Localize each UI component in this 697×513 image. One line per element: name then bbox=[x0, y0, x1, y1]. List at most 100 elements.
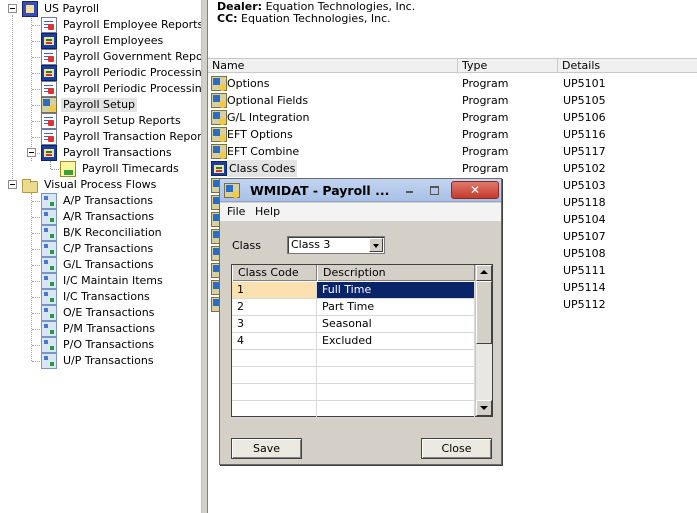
grid-cell-class-code[interactable]: 2 bbox=[232, 299, 317, 315]
tree-connector bbox=[31, 15, 32, 161]
grid-cell-description[interactable] bbox=[317, 350, 475, 366]
grid-cell-class-code[interactable] bbox=[232, 367, 317, 383]
tree-root-us-payroll[interactable]: US Payroll bbox=[22, 1, 101, 17]
tree-item-flow[interactable]: G/L Transactions bbox=[41, 257, 156, 273]
tree-item[interactable]: Payroll Government Reports bbox=[41, 49, 201, 65]
grid-cell-class-code[interactable]: 3 bbox=[232, 316, 317, 332]
tree-connector bbox=[32, 281, 40, 282]
grid-cell-description[interactable]: Part Time bbox=[317, 299, 475, 315]
list-item-name: Options bbox=[227, 77, 270, 90]
tree-connector bbox=[32, 41, 40, 42]
menu-file[interactable]: File bbox=[227, 205, 245, 218]
grid-cell-description[interactable]: Seasonal bbox=[317, 316, 475, 332]
tree-item[interactable]: Payroll Periodic Processing bbox=[41, 65, 201, 81]
grid-row[interactable]: 2 Part Time bbox=[232, 299, 475, 316]
scroll-down-icon[interactable] bbox=[476, 400, 492, 416]
column-header-details[interactable]: Details bbox=[558, 59, 697, 73]
tree-item-flow[interactable]: I/C Maintain Items bbox=[41, 273, 165, 289]
tree-item-flow[interactable]: P/O Transactions bbox=[41, 337, 156, 353]
tree-item[interactable]: Payroll Transaction Reports bbox=[41, 129, 201, 145]
grid-row[interactable]: 3 Seasonal bbox=[232, 316, 475, 333]
list-item-details: UP5114 bbox=[563, 281, 606, 294]
process-flow-icon bbox=[41, 305, 57, 321]
grid-row[interactable] bbox=[232, 384, 475, 401]
tree-item[interactable]: Payroll Timecards bbox=[60, 161, 181, 177]
grid-row[interactable]: 1 Full Time bbox=[232, 282, 475, 299]
tree-item[interactable]: Payroll Transactions bbox=[41, 145, 174, 161]
dialog-titlebar[interactable]: WMIDAT - Payroll ... ✕ bbox=[220, 179, 501, 202]
close-button[interactable]: Close bbox=[421, 438, 492, 459]
grid-cell-description[interactable]: Excluded bbox=[317, 333, 475, 349]
close-window-button[interactable]: ✕ bbox=[451, 181, 499, 199]
tree-item[interactable]: Payroll Employees bbox=[41, 33, 165, 49]
list-item[interactable]: Options Program UP5101 bbox=[208, 75, 697, 92]
scroll-up-icon[interactable] bbox=[476, 265, 492, 281]
pane-splitter[interactable] bbox=[201, 0, 208, 513]
tree-item-flow[interactable]: U/P Transactions bbox=[41, 353, 156, 369]
tree-folder-visual-process-flows[interactable]: Visual Process Flows bbox=[22, 177, 158, 193]
grid-cell-description[interactable] bbox=[317, 367, 475, 383]
grid-cell-class-code[interactable]: 1 bbox=[232, 282, 317, 298]
tree-item-flow[interactable]: A/P Transactions bbox=[41, 193, 155, 209]
maximize-button[interactable] bbox=[426, 182, 442, 198]
tree-item[interactable]: Payroll Setup bbox=[41, 97, 138, 113]
grid-row[interactable]: 4 Excluded bbox=[232, 333, 475, 350]
tree-item[interactable]: Payroll Employee Reports bbox=[41, 17, 201, 33]
tree-item[interactable]: Payroll Periodic Processing Re bbox=[41, 81, 201, 97]
tree-item-flow[interactable]: B/K Reconciliation bbox=[41, 225, 164, 241]
process-flow-icon bbox=[41, 289, 57, 305]
list-item[interactable]: Class Codes Program UP5102 bbox=[208, 160, 697, 177]
class-code-grid: Class Code Description 1 Full Time 2 Part T… bbox=[231, 264, 493, 418]
grid-cell-class-code[interactable]: 4 bbox=[232, 333, 317, 349]
grid-cell-class-code[interactable] bbox=[232, 401, 317, 417]
grid-header-class-code[interactable]: Class Code bbox=[232, 265, 317, 281]
process-flow-icon bbox=[41, 241, 57, 257]
tree-connector bbox=[32, 313, 40, 314]
grid-row[interactable] bbox=[232, 401, 475, 418]
grid-header-description[interactable]: Description bbox=[317, 265, 475, 281]
dialog-title: WMIDAT - Payroll ... bbox=[250, 183, 390, 198]
tree-item-flow[interactable]: A/R Transactions bbox=[41, 209, 156, 225]
grid-cell-class-code[interactable] bbox=[232, 350, 317, 366]
grid-cell-class-code[interactable] bbox=[232, 384, 317, 400]
grid-row[interactable] bbox=[232, 367, 475, 384]
tree-connector bbox=[32, 361, 40, 362]
class-select[interactable]: Class 3 bbox=[287, 236, 385, 254]
menu-help[interactable]: Help bbox=[255, 205, 280, 218]
collapse-toggle[interactable] bbox=[8, 180, 17, 189]
process-flow-icon bbox=[41, 209, 57, 225]
list-item[interactable]: G/L Integration Program UP5106 bbox=[208, 109, 697, 126]
tree-connector bbox=[32, 121, 40, 122]
tree-item-flow[interactable]: O/E Transactions bbox=[41, 305, 156, 321]
list-item[interactable]: EFT Options Program UP5116 bbox=[208, 126, 697, 143]
collapse-toggle[interactable] bbox=[8, 4, 17, 13]
tree-item-flow[interactable]: I/C Transactions bbox=[41, 289, 152, 305]
minimize-button[interactable] bbox=[402, 182, 418, 198]
column-header-name[interactable]: Name bbox=[208, 59, 458, 73]
timecard-icon bbox=[60, 161, 76, 177]
list-header: Name Type Details bbox=[208, 58, 697, 73]
grid-cell-description[interactable] bbox=[317, 401, 475, 417]
scroll-thumb[interactable] bbox=[476, 281, 492, 344]
grid-cell-description[interactable] bbox=[317, 384, 475, 400]
tree-connector bbox=[32, 201, 40, 202]
tree-item-flow[interactable]: C/P Transactions bbox=[41, 241, 155, 257]
tree-item[interactable]: Payroll Setup Reports bbox=[41, 113, 183, 129]
grid-scrollbar[interactable] bbox=[475, 265, 492, 416]
save-button[interactable]: Save bbox=[231, 438, 302, 459]
grid-cell-description[interactable]: Full Time bbox=[317, 282, 475, 298]
process-flow-icon bbox=[41, 273, 57, 289]
chevron-down-icon[interactable] bbox=[369, 238, 383, 252]
list-item[interactable]: Optional Fields Program UP5105 bbox=[208, 92, 697, 109]
list-item-details: UP5116 bbox=[563, 128, 606, 141]
collapse-toggle[interactable] bbox=[27, 148, 36, 157]
column-header-type[interactable]: Type bbox=[458, 59, 558, 73]
tree-root-label: US Payroll bbox=[44, 2, 100, 15]
class-codes-dialog: WMIDAT - Payroll ... ✕ File Help Class C… bbox=[219, 178, 502, 465]
program-icon bbox=[41, 65, 57, 81]
tree-connector bbox=[32, 217, 40, 218]
tree-item-label: Payroll Transaction Reports bbox=[63, 130, 201, 143]
grid-row[interactable] bbox=[232, 350, 475, 367]
tree-item-flow[interactable]: P/M Transactions bbox=[41, 321, 157, 337]
list-item[interactable]: EFT Combine Program UP5117 bbox=[208, 143, 697, 160]
